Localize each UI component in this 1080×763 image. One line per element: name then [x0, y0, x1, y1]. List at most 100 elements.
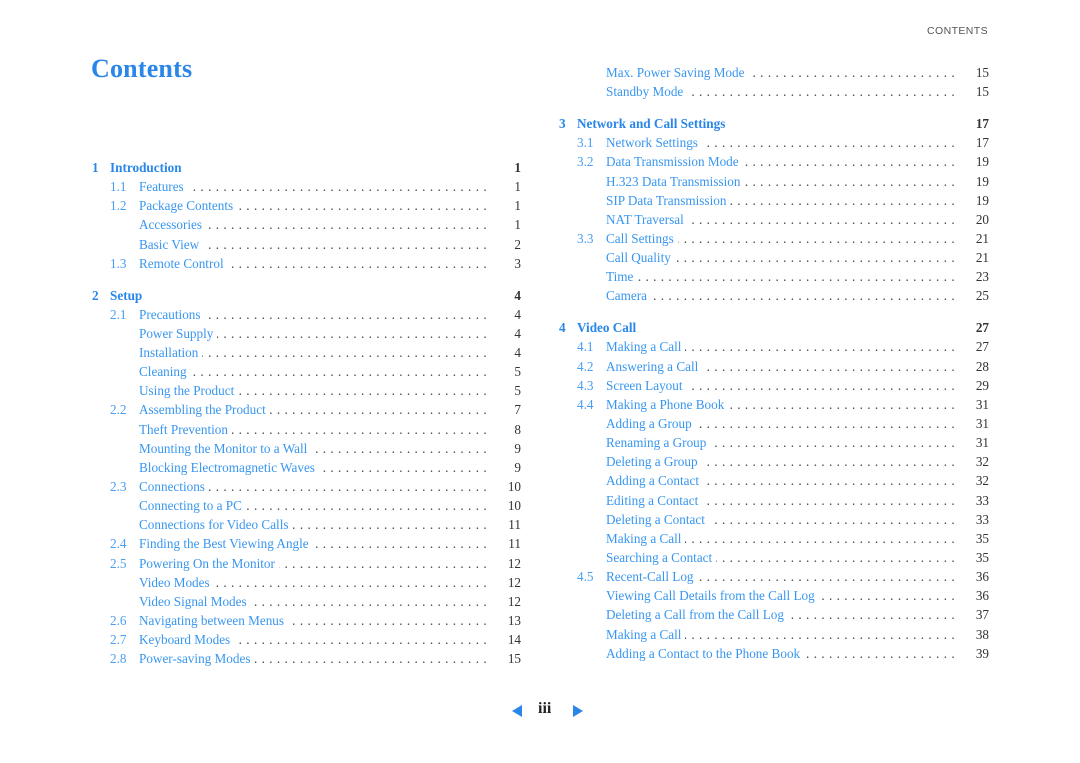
- toc-subsection-entry[interactable]: ........................................…: [559, 605, 989, 625]
- toc-section-entry[interactable]: 4.4.....................................…: [559, 394, 989, 414]
- toc-section-entry[interactable]: 3.1.....................................…: [559, 133, 989, 153]
- toc-section-entry[interactable]: 4.1.....................................…: [559, 337, 989, 357]
- toc-entry-link[interactable]: Searching a Contact: [606, 547, 717, 568]
- toc-entry-link[interactable]: Video Modes: [139, 572, 214, 592]
- toc-entry-link[interactable]: Deleting a Call from the Call Log: [606, 605, 788, 625]
- toc-entry-link[interactable]: NAT Traversal: [606, 209, 688, 229]
- toc-section-entry[interactable]: 1.3.....................................…: [92, 253, 521, 273]
- toc-entry-link[interactable]: Theft Prevention: [139, 419, 232, 439]
- toc-subsection-entry[interactable]: ........................................…: [559, 413, 989, 434]
- toc-entry-link[interactable]: H.323 Data Transmission: [606, 171, 745, 191]
- toc-entry-link[interactable]: Network and Call Settings: [577, 114, 730, 134]
- toc-subsection-entry[interactable]: ........................................…: [559, 190, 989, 210]
- toc-entry-link[interactable]: Adding a Contact to the Phone Book: [606, 643, 805, 663]
- toc-subsection-entry[interactable]: ........................................…: [92, 438, 521, 458]
- toc-chapter-entry[interactable]: 1.......................................…: [92, 158, 521, 178]
- toc-entry-link[interactable]: Power-saving Modes: [139, 649, 255, 669]
- toc-subsection-entry[interactable]: ........................................…: [559, 209, 989, 229]
- toc-section-entry[interactable]: 1.1.....................................…: [92, 177, 521, 197]
- toc-subsection-entry[interactable]: ........................................…: [92, 381, 521, 401]
- toc-entry-link[interactable]: Call Settings: [606, 228, 678, 249]
- toc-entry-link[interactable]: Connections: [139, 477, 209, 497]
- toc-chapter-entry[interactable]: 2.......................................…: [92, 285, 521, 305]
- toc-section-entry[interactable]: 2.6.....................................…: [92, 611, 521, 631]
- toc-section-entry[interactable]: 1.2.....................................…: [92, 196, 521, 216]
- toc-entry-link[interactable]: Powering On the Monitor: [139, 553, 279, 573]
- toc-section-entry[interactable]: 2.1.....................................…: [92, 304, 521, 324]
- toc-chapter-entry[interactable]: 4.......................................…: [559, 318, 989, 338]
- toc-subsection-entry[interactable]: ........................................…: [559, 624, 989, 644]
- toc-subsection-entry[interactable]: ........................................…: [92, 457, 521, 478]
- toc-entry-link[interactable]: Adding a Contact: [606, 471, 704, 491]
- toc-entry-link[interactable]: Basic View: [139, 234, 204, 254]
- toc-entry-link[interactable]: Keyboard Modes: [139, 630, 235, 650]
- toc-subsection-entry[interactable]: ........................................…: [559, 490, 989, 510]
- toc-section-entry[interactable]: 4.2.....................................…: [559, 356, 989, 376]
- toc-entry-link[interactable]: Power Supply: [139, 323, 218, 344]
- toc-entry-link[interactable]: Mounting the Monitor to a Wall: [139, 438, 312, 458]
- toc-subsection-entry[interactable]: ........................................…: [559, 286, 989, 306]
- toc-section-entry[interactable]: 2.2.....................................…: [92, 400, 521, 420]
- toc-section-entry[interactable]: 2.7.....................................…: [92, 630, 521, 650]
- toc-subsection-entry[interactable]: ........................................…: [92, 496, 521, 516]
- toc-subsection-entry[interactable]: ........................................…: [559, 433, 989, 453]
- toc-entry-link[interactable]: Setup: [110, 285, 147, 305]
- toc-entry-link[interactable]: Call Quality: [606, 248, 675, 268]
- toc-subsection-entry[interactable]: ........................................…: [92, 362, 521, 382]
- toc-entry-link[interactable]: Cleaning: [139, 362, 191, 382]
- toc-entry-link[interactable]: Viewing Call Details from the Call Log: [606, 586, 819, 606]
- toc-entry-link[interactable]: Video Signal Modes: [139, 591, 251, 612]
- toc-entry-link[interactable]: Network Settings: [606, 133, 702, 153]
- toc-entry-link[interactable]: Data Transmission Mode: [606, 152, 743, 172]
- toc-entry-link[interactable]: Deleting a Contact: [606, 509, 709, 529]
- toc-entry-link[interactable]: Navigating between Menus: [139, 611, 289, 631]
- toc-entry-link[interactable]: Package Contents: [139, 196, 238, 216]
- toc-section-entry[interactable]: 3.3.....................................…: [559, 228, 989, 249]
- toc-entry-link[interactable]: Editing a Contact: [606, 490, 703, 510]
- toc-entry-link[interactable]: Features: [139, 177, 188, 197]
- toc-subsection-entry[interactable]: ........................................…: [92, 591, 521, 612]
- toc-entry-link[interactable]: Installation: [139, 343, 203, 363]
- toc-subsection-entry[interactable]: ........................................…: [92, 215, 521, 235]
- toc-subsection-entry[interactable]: ........................................…: [559, 586, 989, 606]
- toc-entry-link[interactable]: Recent-Call Log: [606, 567, 698, 587]
- toc-subsection-entry[interactable]: ........................................…: [559, 248, 989, 268]
- toc-entry-link[interactable]: Video Call: [577, 318, 641, 338]
- toc-entry-link[interactable]: Connecting to a PC: [139, 496, 246, 516]
- toc-entry-link[interactable]: Adding a Group: [606, 413, 696, 434]
- toc-subsection-entry[interactable]: ........................................…: [559, 528, 989, 548]
- toc-subsection-entry[interactable]: ........................................…: [92, 419, 521, 439]
- toc-subsection-entry[interactable]: ........................................…: [92, 572, 521, 592]
- toc-entry-link[interactable]: Blocking Electromagnetic Waves: [139, 457, 319, 478]
- toc-entry-link[interactable]: Assembling the Product: [139, 400, 270, 420]
- toc-section-entry[interactable]: 4.5.....................................…: [559, 567, 989, 587]
- toc-subsection-entry[interactable]: ........................................…: [92, 323, 521, 344]
- toc-entry-link[interactable]: Renaming a Group: [606, 433, 711, 453]
- toc-entry-link[interactable]: Answering a Call: [606, 356, 703, 376]
- triangle-right-icon[interactable]: [573, 705, 583, 717]
- toc-subsection-entry[interactable]: ........................................…: [559, 171, 989, 191]
- toc-subsection-entry[interactable]: ........................................…: [559, 267, 989, 287]
- toc-subsection-entry[interactable]: ........................................…: [559, 471, 989, 491]
- toc-entry-link[interactable]: Screen Layout: [606, 375, 687, 395]
- toc-entry-link[interactable]: Accessories: [139, 215, 206, 235]
- toc-section-entry[interactable]: 2.3.....................................…: [92, 477, 521, 497]
- toc-entry-link[interactable]: Connections for Video Calls: [139, 515, 293, 535]
- toc-section-entry[interactable]: 2.5.....................................…: [92, 553, 521, 573]
- toc-entry-link[interactable]: Camera: [606, 286, 652, 306]
- toc-entry-link[interactable]: Making a Phone Book: [606, 394, 729, 414]
- toc-entry-link[interactable]: Making a Call: [606, 337, 686, 357]
- toc-subsection-entry[interactable]: ........................................…: [92, 234, 521, 254]
- toc-section-entry[interactable]: 2.4.....................................…: [92, 534, 521, 554]
- toc-entry-link[interactable]: Deleting a Group: [606, 452, 702, 472]
- toc-entry-link[interactable]: Introduction: [110, 158, 186, 178]
- toc-subsection-entry[interactable]: ........................................…: [559, 82, 989, 102]
- toc-entry-link[interactable]: Remote Control: [139, 253, 228, 273]
- toc-entry-link[interactable]: Making a Call: [606, 624, 686, 644]
- toc-entry-link[interactable]: Making a Call: [606, 528, 686, 548]
- toc-subsection-entry[interactable]: ........................................…: [92, 515, 521, 535]
- toc-chapter-entry[interactable]: 3.......................................…: [559, 114, 989, 134]
- triangle-left-icon[interactable]: [512, 705, 522, 717]
- toc-subsection-entry[interactable]: ........................................…: [559, 509, 989, 529]
- toc-subsection-entry[interactable]: ........................................…: [92, 343, 521, 363]
